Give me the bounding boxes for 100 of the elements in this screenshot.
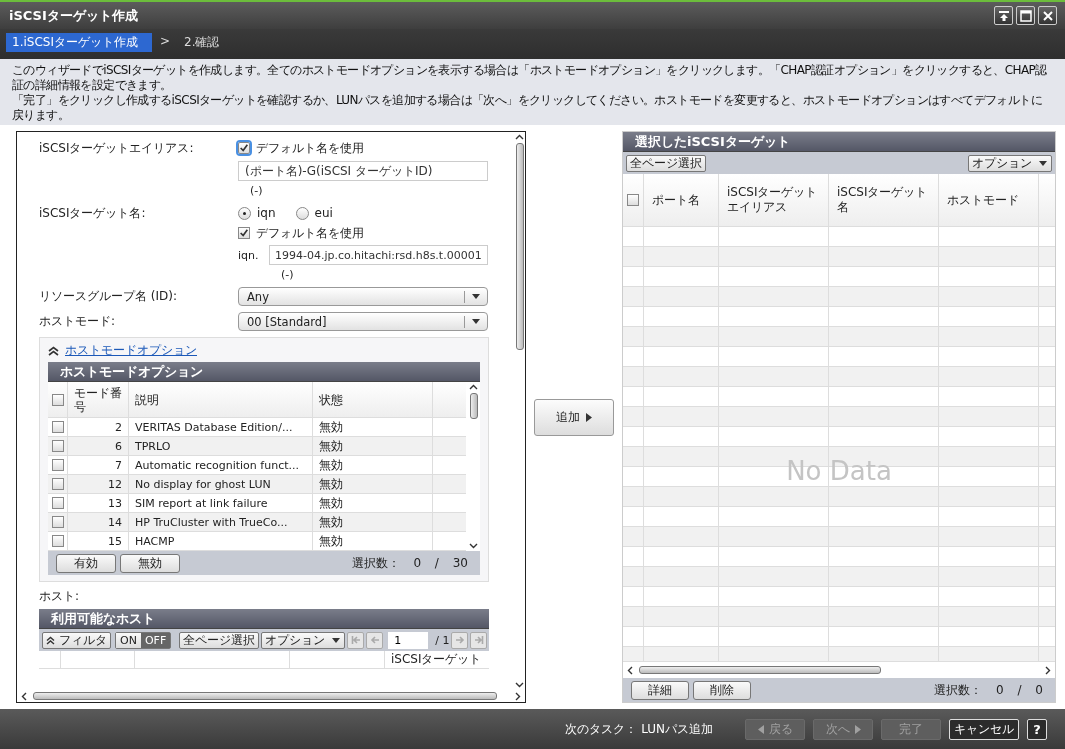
filter-button[interactable]: フィルタ <box>42 631 111 649</box>
column-header[interactable]: 説明 <box>129 382 313 417</box>
scroll-down-icon[interactable] <box>514 682 524 688</box>
checkbox[interactable] <box>51 535 64 547</box>
table-button[interactable]: 有効 <box>56 553 116 573</box>
column-header[interactable]: ホストモード <box>939 174 1039 226</box>
table-title: 選択したiSCSIターゲット <box>623 132 1055 152</box>
table-cell: 12 <box>68 475 129 493</box>
help-button[interactable]: ? <box>1027 718 1047 740</box>
scroll-down-icon[interactable] <box>468 543 478 549</box>
scroll-up-icon[interactable] <box>468 384 478 390</box>
column-header[interactable]: iSCSIターゲット名 <box>829 174 939 226</box>
options-button[interactable]: オプション <box>968 154 1052 172</box>
options-button[interactable]: オプション <box>261 631 346 649</box>
table-cell: 13 <box>68 494 129 512</box>
selection-count: 選択数： 0 / 0 <box>934 681 1044 699</box>
checkbox[interactable] <box>238 142 250 154</box>
table-button[interactable]: 無効 <box>120 553 180 573</box>
last-page-icon <box>473 635 484 645</box>
checkbox[interactable] <box>51 497 64 509</box>
page-input[interactable]: 1 <box>388 631 429 649</box>
column-header[interactable]: iSCSIターゲットエイリアス <box>719 174 829 226</box>
prefix-text: iqn. <box>238 248 260 262</box>
radio-label: iqn <box>257 206 276 220</box>
checkbox[interactable] <box>51 440 64 452</box>
note-text: (-) <box>250 184 264 197</box>
scroll-left-icon[interactable] <box>627 665 633 675</box>
window-title: iSCSIターゲット作成 <box>9 6 138 25</box>
empty-message: No Data <box>786 456 892 486</box>
description-text: 「完了」をクリックし作成するiSCSIターゲットを確認するか、LUNパスを追加する場合は「次へ」をクリックしてください。ホストモードを変更すると、ホストモードオプションはすべてデフォルトに戻ります。 <box>12 93 1043 123</box>
table-cell: 無効 <box>313 456 433 474</box>
table-cell: 無効 <box>313 494 433 512</box>
table-cell: 無効 <box>313 475 433 493</box>
dropdown[interactable]: 00 [Standard] <box>238 312 488 331</box>
table-button[interactable]: 詳細 <box>631 680 689 700</box>
select-all-button[interactable]: 全ページ選択 <box>179 631 260 649</box>
table-cell: 14 <box>68 513 129 531</box>
field-label: iSCSIターゲット名: <box>39 205 147 222</box>
caret-icon <box>471 318 481 325</box>
table-cell: 無効 <box>313 418 433 436</box>
alias-input[interactable]: (ポート名)-G(iSCSI ターゲットID) <box>238 161 488 181</box>
radio-label: eui <box>314 206 333 220</box>
checkbox-label: デフォルト名を使用 <box>256 224 364 242</box>
checkbox[interactable] <box>51 421 64 433</box>
scrollbar-thumb[interactable] <box>639 666 881 674</box>
cancel-button[interactable]: キャンセル <box>949 718 1019 740</box>
add-button[interactable]: 追加 <box>534 398 614 436</box>
select-all-button[interactable]: 全ページ選択 <box>626 154 706 172</box>
radio-button[interactable] <box>238 206 251 220</box>
radio-button[interactable] <box>295 206 309 220</box>
table-cell: HACMP <box>129 532 313 550</box>
close-button[interactable] <box>1038 6 1057 25</box>
caret-icon <box>331 636 342 644</box>
checkbox[interactable] <box>51 459 64 471</box>
next-page-icon <box>454 635 465 645</box>
table-button[interactable]: 削除 <box>693 680 751 700</box>
scrollbar-thumb[interactable] <box>515 143 524 350</box>
table-cell: 無効 <box>313 513 433 531</box>
scroll-up-icon[interactable] <box>514 134 524 140</box>
maximize-button[interactable] <box>1016 6 1035 25</box>
table-cell: 無効 <box>313 437 433 455</box>
table-cell: No display for ghost LUN <box>129 475 313 493</box>
right-triangle-icon <box>854 724 861 734</box>
scrollbar-thumb[interactable] <box>33 692 497 700</box>
column-header[interactable]: iSCSIターゲット <box>385 651 489 668</box>
scroll-left-icon[interactable] <box>21 691 27 701</box>
table-cell: 15 <box>68 532 129 550</box>
scrollbar-thumb[interactable] <box>469 393 478 419</box>
note-text: (-) <box>281 268 295 281</box>
column-header[interactable]: ポート名 <box>644 174 719 226</box>
scroll-right-icon[interactable] <box>1045 665 1051 675</box>
toggle-button[interactable]: ON <box>116 632 141 648</box>
checkbox[interactable] <box>238 227 250 239</box>
first-page-icon <box>350 635 361 645</box>
column-header[interactable]: 状態 <box>313 382 433 417</box>
checkbox[interactable] <box>627 194 639 206</box>
checkbox[interactable] <box>51 478 64 490</box>
target-name-input[interactable]: 1994-04.jp.co.hitachi:rsd.h8s.t.00001 <box>269 245 488 265</box>
maximize-icon <box>1019 9 1032 22</box>
checkbox[interactable] <box>51 516 64 528</box>
left-triangle-icon <box>757 724 764 734</box>
checkbox[interactable] <box>51 393 64 406</box>
table-cell: 無効 <box>313 532 433 550</box>
close-icon <box>1041 9 1054 22</box>
dropdown[interactable]: Any <box>238 287 488 306</box>
scroll-right-icon[interactable] <box>515 691 521 701</box>
collapse-icon[interactable] <box>48 345 59 356</box>
table-title: ホストモードオプション <box>48 362 480 382</box>
wizard-step[interactable]: 1.iSCSIターゲット作成 <box>6 33 152 52</box>
table-cell: SIM report at link failure <box>129 494 313 512</box>
column-header[interactable]: モード番号 <box>68 382 129 417</box>
toggle-button[interactable]: OFF <box>140 632 171 648</box>
pin-button[interactable] <box>994 6 1013 25</box>
options-link[interactable]: ホストモードオプション <box>65 342 197 359</box>
wizard-step[interactable]: 2.確認 <box>178 33 234 52</box>
table-cell: 7 <box>68 456 129 474</box>
table-cell: HP TruCluster with TrueCo... <box>129 513 313 531</box>
table-title: 利用可能なホスト <box>39 609 489 629</box>
caret-icon <box>471 293 481 300</box>
table-cell: 6 <box>68 437 129 455</box>
